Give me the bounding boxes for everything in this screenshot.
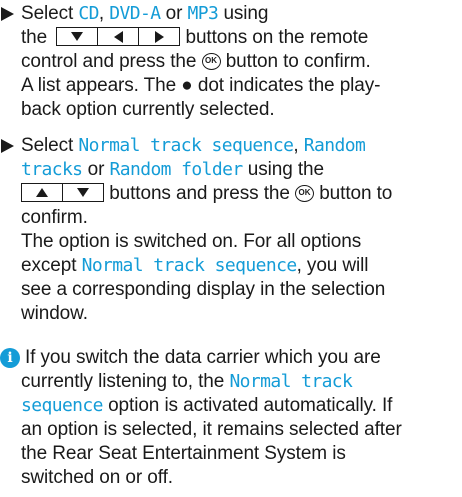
option-dvd-a: DVD-A <box>109 3 161 24</box>
text: back option currently selected. <box>21 99 275 120</box>
option-random-tracks: Random <box>303 135 366 156</box>
down-key-icon <box>57 28 97 45</box>
note-line-2: currently listening to, the Normal track <box>21 370 353 394</box>
note-line-6: switched on or off. <box>21 466 173 490</box>
note-line-5: the Rear Seat Entertainment System is <box>21 442 346 466</box>
text: switched on or off. <box>21 467 173 488</box>
ok-button-icon: OK <box>295 185 315 202</box>
step-2-line-5: The option is switched on. For all optio… <box>21 230 361 254</box>
text: using <box>223 3 269 24</box>
text: buttons and press the <box>109 183 290 204</box>
ok-button-icon: OK <box>201 53 221 70</box>
text: currently listening to, the <box>21 371 225 392</box>
step-1-line-5: back option currently selected. <box>21 98 275 122</box>
text: except <box>21 255 77 276</box>
step-2-line-3: buttons and press the OK button to <box>21 182 392 206</box>
text: confirm. <box>21 207 88 228</box>
left-key-icon <box>97 28 138 45</box>
text: window. <box>21 303 88 324</box>
text: Select <box>21 3 74 24</box>
option-normal-track-sequence: Normal track sequence <box>78 135 294 156</box>
text: see a corresponding display in the selec… <box>21 279 386 300</box>
option-random-folder: Random folder <box>109 159 244 180</box>
text: an option is selected, it remains select… <box>21 419 402 440</box>
step-2-line-8: window. <box>21 302 88 326</box>
nav-keys <box>21 183 104 202</box>
option-cd: CD <box>78 3 99 24</box>
text: Select <box>21 135 74 156</box>
note-line-1: i If you switch the data carrier which y… <box>0 346 381 370</box>
step-2-line-4: confirm. <box>21 206 88 230</box>
text: control and press the <box>21 51 197 72</box>
text: the <box>21 27 48 48</box>
text: , <box>98 3 105 24</box>
step-2-line-6: except Normal track sequence, you will <box>21 254 369 278</box>
text: the Rear Seat Entertainment System is <box>21 443 346 464</box>
text: button to <box>319 183 393 204</box>
text: , you will <box>296 255 369 276</box>
right-key-icon <box>138 28 179 45</box>
text: using the <box>247 159 324 180</box>
option-random-tracks: tracks <box>21 159 83 180</box>
step-1-line-4: A list appears. The ● dot indicates the … <box>21 74 380 98</box>
arrow-bullet-icon <box>1 7 14 21</box>
step-2-line-1: Select Normal track sequence, Random <box>0 134 366 158</box>
down-key-icon <box>62 184 103 201</box>
text: , <box>293 135 299 156</box>
text: buttons on the remote <box>185 27 369 48</box>
info-icon: i <box>0 348 20 368</box>
text: A list appears. The ● dot indicates the … <box>21 75 381 96</box>
option-normal-track-sequence: Normal track sequence <box>81 255 298 276</box>
nav-keys <box>56 27 181 46</box>
text: The option is switched on. For all optio… <box>21 231 362 252</box>
text: If you switch the data carrier which you… <box>25 347 381 368</box>
up-key-icon <box>22 184 62 201</box>
step-1-line-3: control and press the OK button to confi… <box>21 50 371 74</box>
note-line-4: an option is selected, it remains select… <box>21 418 402 442</box>
note-line-3: sequence option is activated automatical… <box>21 394 392 418</box>
step-1-line-1: Select CD, DVD-A or MP3 using <box>0 2 268 26</box>
manual-page: Select CD, DVD-A or MP3 using the button… <box>0 0 462 497</box>
arrow-bullet-icon <box>1 139 14 153</box>
text: option is activated automatically. If <box>108 395 393 416</box>
text: or <box>87 159 105 180</box>
option-normal-track-sequence: sequence <box>21 395 104 416</box>
step-2-line-7: see a corresponding display in the selec… <box>21 278 385 302</box>
option-mp3: MP3 <box>187 3 219 24</box>
step-1-line-2: the buttons on the remote <box>21 26 368 50</box>
option-normal-track-sequence: Normal track <box>229 371 353 392</box>
text: or <box>165 3 183 24</box>
step-2-line-2: tracks or Random folder using the <box>21 158 324 182</box>
text: button to confirm. <box>225 51 371 72</box>
